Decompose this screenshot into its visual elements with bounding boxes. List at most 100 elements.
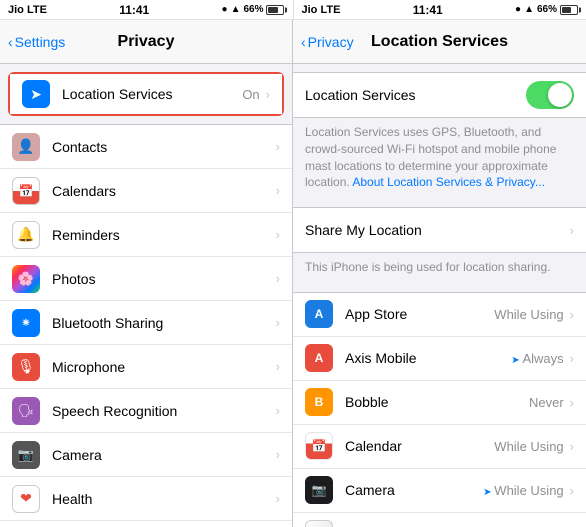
health-label: Health (52, 491, 276, 507)
loc-toggle-item[interactable]: Location Services (293, 73, 586, 117)
app-location-list: A App Store While Using › A Axis Mobile … (293, 292, 586, 527)
location-toggle[interactable] (526, 81, 574, 109)
camera-loc-label: Camera (345, 482, 483, 498)
bobble-icon: B (305, 388, 333, 416)
privacy-list: 👤 Contacts › 📅 Calendars › 🔔 Reminders ›… (0, 124, 292, 527)
contacts-label: Contacts (52, 139, 276, 155)
loc-toggle-label: Location Services (305, 87, 526, 103)
left-carrier: Jio LTE (8, 4, 47, 16)
chevron-left-icon: ‹ (8, 34, 13, 50)
left-nav-title: Privacy (118, 33, 175, 51)
right-carrier: Jio LTE (302, 4, 341, 16)
contacts-icon: 👤 (12, 133, 40, 161)
right-time: 11:41 (413, 3, 443, 17)
compass-icon: 🧭 (305, 520, 333, 527)
share-location-chevron: › (570, 223, 574, 238)
left-nav-bar: ‹ Settings Privacy (0, 20, 292, 64)
calendar-item[interactable]: 📅 Calendar While Using › (293, 425, 586, 469)
appstore-chevron: › (570, 307, 574, 322)
camera-loc-value: ➤ While Using (483, 483, 564, 498)
bobble-item[interactable]: B Bobble Never › (293, 381, 586, 425)
bluetooth-label: Bluetooth Sharing (52, 315, 276, 331)
photos-icon: 🌸 (12, 265, 40, 293)
location-services-item[interactable]: ➤ Location Services On › (10, 74, 282, 114)
microphone-icon: 🎙 (12, 353, 40, 381)
camera-item[interactable]: 📷 Camera › (0, 433, 292, 477)
share-location-label: Share My Location (305, 222, 570, 238)
loc-description: Location Services uses GPS, Bluetooth, a… (293, 118, 586, 199)
calendars-chevron: › (276, 183, 280, 198)
calendars-item[interactable]: 📅 Calendars › (0, 169, 292, 213)
location-services-label: Location Services (62, 86, 242, 102)
microphone-chevron: › (276, 359, 280, 374)
right-back-label: Privacy (308, 34, 354, 50)
right-panel: ‹ Privacy Location Services Location Ser… (293, 20, 586, 527)
axis-item[interactable]: A Axis Mobile ➤ Always › (293, 337, 586, 381)
right-nav-title: Location Services (371, 33, 508, 51)
appstore-value: While Using (494, 307, 563, 322)
speech-icon: 🗣 (12, 397, 40, 425)
axis-arrow-icon: ➤ (511, 355, 522, 366)
location-services-value: On (242, 87, 259, 102)
camera-label: Camera (52, 447, 276, 463)
photos-label: Photos (52, 271, 276, 287)
camera-loc-item[interactable]: 📷 Camera ➤ While Using › (293, 469, 586, 513)
back-label: Settings (15, 34, 66, 50)
bobble-label: Bobble (345, 394, 529, 410)
camera-arrow-icon: ➤ (483, 487, 494, 498)
speech-label: Speech Recognition (52, 403, 276, 419)
axis-value: ➤ Always (511, 351, 563, 366)
loc-about-link[interactable]: About Location Services & Privacy... (352, 175, 545, 189)
calendar-icon: 📅 (305, 432, 333, 460)
bluetooth-item[interactable]: ⁕ Bluetooth Sharing › (0, 301, 292, 345)
share-location-item[interactable]: Share My Location › (293, 208, 586, 252)
camera-chevron: › (276, 447, 280, 462)
contacts-item[interactable]: 👤 Contacts › (0, 125, 292, 169)
bobble-value: Never (529, 395, 564, 410)
reminders-label: Reminders (52, 227, 276, 243)
settings-back-button[interactable]: ‹ Settings (8, 34, 65, 50)
camera-icon: 📷 (12, 441, 40, 469)
microphone-label: Microphone (52, 359, 276, 375)
health-chevron: › (276, 491, 280, 506)
status-bars: Jio LTE 11:41 ● ▲ 66% Jio LTE 11:41 ● ▲ … (0, 0, 586, 20)
share-location-section: Share My Location › (293, 207, 586, 253)
privacy-back-button[interactable]: ‹ Privacy (301, 34, 354, 50)
appstore-item[interactable]: A App Store While Using › (293, 293, 586, 337)
health-icon: ❤ (12, 485, 40, 513)
left-status-bar: Jio LTE 11:41 ● ▲ 66% (0, 0, 293, 20)
right-status-right: ● ▲ 66% (515, 4, 578, 15)
photos-item[interactable]: 🌸 Photos › (0, 257, 292, 301)
loc-highlighted-container: ➤ Location Services On › (0, 72, 292, 116)
left-panel: ‹ Settings Privacy ➤ Location Services O… (0, 20, 293, 527)
contacts-chevron: › (276, 139, 280, 154)
left-status-right: ● ▲ 66% (222, 4, 285, 15)
health-item[interactable]: ❤ Health › (0, 477, 292, 521)
share-location-desc: This iPhone is being used for location s… (293, 253, 586, 284)
reminders-chevron: › (276, 227, 280, 242)
camera-loc-icon: 📷 (305, 476, 333, 504)
microphone-item[interactable]: 🎙 Microphone › (0, 345, 292, 389)
speech-item[interactable]: 🗣 Speech Recognition › (0, 389, 292, 433)
location-services-highlighted[interactable]: ➤ Location Services On › (8, 72, 284, 116)
calendars-icon: 📅 (12, 177, 40, 205)
loc-toggle-section: Location Services (293, 72, 586, 118)
left-battery-icon (266, 5, 284, 15)
axis-label: Axis Mobile (345, 350, 511, 366)
left-scroll-area[interactable]: ➤ Location Services On › 👤 Contacts › 📅 (0, 64, 292, 527)
appstore-label: App Store (345, 306, 494, 322)
location-services-chevron: › (266, 87, 270, 102)
chevron-left-icon: ‹ (301, 34, 306, 50)
appstore-icon: A (305, 300, 333, 328)
speech-chevron: › (276, 403, 280, 418)
reminders-item[interactable]: 🔔 Reminders › (0, 213, 292, 257)
calendars-label: Calendars (52, 183, 276, 199)
right-scroll-area[interactable]: Location Services Location Services uses… (293, 64, 586, 527)
bluetooth-chevron: › (276, 315, 280, 330)
compass-item[interactable]: 🧭 Compass While Using › (293, 513, 586, 527)
calendar-value: While Using (494, 439, 563, 454)
homekit-item[interactable]: 🏠 HomeKit › (0, 521, 292, 527)
photos-chevron: › (276, 271, 280, 286)
reminders-icon: 🔔 (12, 221, 40, 249)
axis-icon: A (305, 344, 333, 372)
